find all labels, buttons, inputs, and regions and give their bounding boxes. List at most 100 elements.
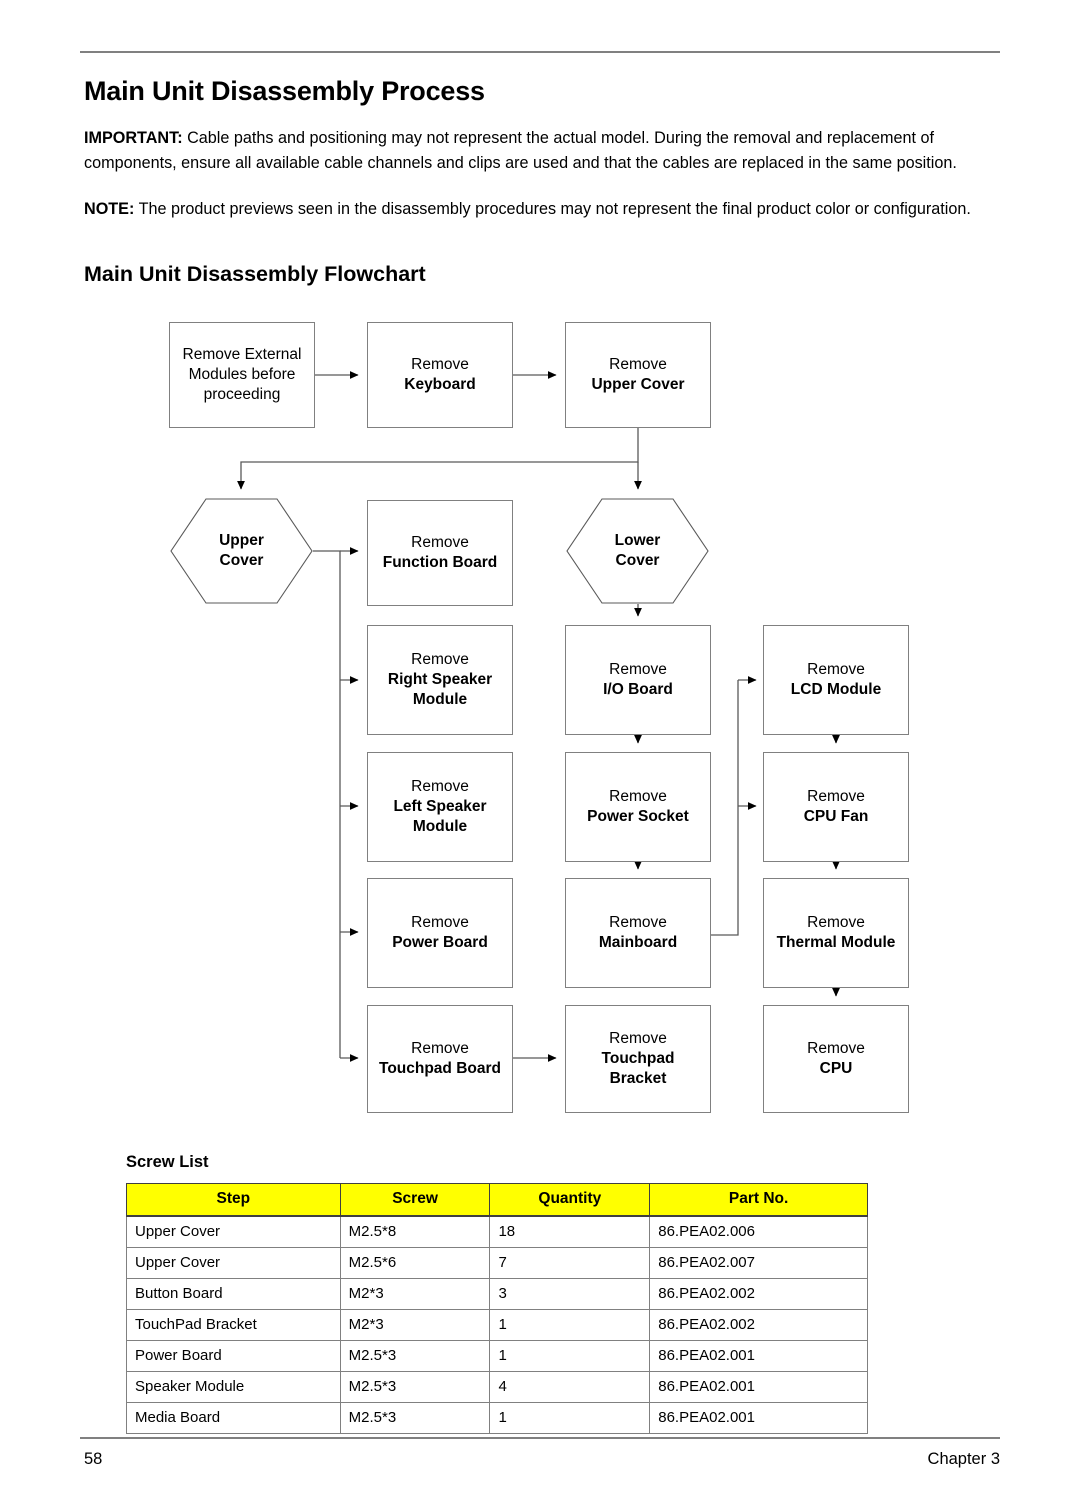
cell-part-no: 86.PEA02.001: [649, 1340, 868, 1372]
document-page: Main Unit Disassembly Process IMPORTANT:…: [0, 0, 1080, 1512]
flow-node-touchpad-bracket: Remove Touchpad Bracket: [565, 1005, 711, 1113]
node-line-1: Remove: [807, 788, 865, 805]
flow-node-mainboard: Remove Mainboard: [565, 878, 711, 988]
node-line-1: Remove: [609, 788, 667, 805]
node-line-2: Cover: [615, 552, 660, 569]
table-header-row: Step Screw Quantity Part No.: [126, 1183, 868, 1217]
node-line-3: Module: [412, 818, 468, 835]
cell-quantity: 7: [489, 1247, 651, 1279]
node-line-1: Remove: [411, 1040, 469, 1057]
flow-node-lcd-module: Remove LCD Module: [763, 625, 909, 735]
node-line-1: Remove: [411, 534, 469, 551]
connector-uppercover-to-upperhex: [237, 428, 639, 490]
cell-step: TouchPad Bracket: [126, 1309, 341, 1341]
node-line-1: Remove: [807, 1040, 865, 1057]
column-header-screw: Screw: [339, 1183, 491, 1217]
node-line-2: Function Board: [382, 554, 498, 571]
footer-page-number: 58: [84, 1450, 103, 1468]
cell-screw: M2.5*3: [339, 1371, 491, 1403]
table-row: Upper Cover M2.5*6 7 86.PEA02.007: [126, 1247, 868, 1279]
footer-rule: [80, 1437, 1000, 1439]
section-title: Main Unit Disassembly Flowchart: [84, 262, 426, 286]
cell-part-no: 86.PEA02.001: [649, 1371, 868, 1403]
node-line-1: Remove: [609, 1030, 667, 1047]
table-row: Upper Cover M2.5*8 18 86.PEA02.006: [126, 1215, 868, 1248]
node-line-3: proceeding: [203, 386, 281, 403]
cell-part-no: 86.PEA02.001: [649, 1402, 868, 1434]
node-line-2: Power Board: [392, 934, 488, 951]
screw-list-heading: Screw List: [126, 1153, 209, 1171]
node-line-2: CPU Fan: [803, 808, 869, 825]
flow-node-touchpad-board: Remove Touchpad Board: [367, 1005, 513, 1113]
cell-quantity: 3: [489, 1278, 651, 1310]
node-line-2: CPU: [819, 1060, 853, 1077]
hexagon-label: Lower Cover: [566, 498, 709, 604]
cell-quantity: 18: [489, 1215, 651, 1248]
flow-node-io-board: Remove I/O Board: [565, 625, 711, 735]
header-rule: [80, 51, 1000, 53]
important-label: IMPORTANT:: [84, 129, 183, 147]
cell-quantity: 1: [489, 1340, 651, 1372]
table-row: Speaker Module M2.5*3 4 86.PEA02.001: [126, 1371, 868, 1403]
node-line-1: Upper: [219, 532, 264, 549]
node-line-2: I/O Board: [603, 681, 673, 698]
node-line-1: Remove: [609, 356, 667, 373]
node-line-1: Remove External: [182, 346, 302, 363]
node-line-1: Remove: [411, 356, 469, 373]
cell-screw: M2.5*6: [339, 1247, 491, 1279]
table-row: Media Board M2.5*3 1 86.PEA02.001: [126, 1402, 868, 1434]
cell-quantity: 1: [489, 1402, 651, 1434]
hexagon-label: Upper Cover: [170, 498, 313, 604]
flow-node-power-socket: Remove Power Socket: [565, 752, 711, 862]
cell-quantity: 1: [489, 1309, 651, 1341]
node-line-1: Remove: [609, 914, 667, 931]
screw-list-body: Upper Cover M2.5*8 18 86.PEA02.006 Upper Cov…: [126, 1215, 868, 1434]
flow-node-upper-cover-step: Remove Upper Cover: [565, 322, 711, 428]
node-line-1: Lower: [614, 532, 661, 549]
node-line-2: Touchpad Board: [379, 1060, 501, 1077]
cell-screw: M2*3: [339, 1278, 491, 1310]
screw-list-table: Step Screw Quantity Part No. Upper Cover…: [126, 1183, 868, 1434]
flow-node-cpu-fan: Remove CPU Fan: [763, 752, 909, 862]
column-header-quantity: Quantity: [489, 1183, 651, 1217]
table-row: Power Board M2.5*3 1 86.PEA02.001: [126, 1340, 868, 1372]
flow-node-right-speaker-module: Remove Right Speaker Module: [367, 625, 513, 735]
cell-part-no: 86.PEA02.002: [649, 1278, 868, 1310]
cell-step: Upper Cover: [126, 1247, 341, 1279]
table-row: TouchPad Bracket M2*3 1 86.PEA02.002: [126, 1309, 868, 1341]
cell-quantity: 4: [489, 1371, 651, 1403]
important-paragraph: IMPORTANT: Cable paths and positioning m…: [84, 126, 990, 175]
note-body: The product previews seen in the disasse…: [134, 200, 971, 218]
flow-node-upper-cover-hex: Upper Cover: [170, 498, 313, 604]
column-header-step: Step: [126, 1183, 341, 1217]
column-header-partno: Part No.: [649, 1183, 868, 1217]
node-line-1: Remove: [807, 661, 865, 678]
cell-screw: M2.5*3: [339, 1340, 491, 1372]
node-line-1: Remove: [411, 914, 469, 931]
cell-screw: M2.5*8: [339, 1215, 491, 1248]
node-line-2: Upper Cover: [591, 376, 685, 393]
flow-node-function-board: Remove Function Board: [367, 500, 513, 606]
node-line-1: Remove: [411, 778, 469, 795]
connector-mainboard-right-bus: [711, 680, 739, 936]
cell-part-no: 86.PEA02.006: [649, 1215, 868, 1248]
cell-part-no: 86.PEA02.007: [649, 1247, 868, 1279]
node-line-2: Power Socket: [587, 808, 689, 825]
flow-node-keyboard: Remove Keyboard: [367, 322, 513, 428]
cell-step: Media Board: [126, 1402, 341, 1434]
node-line-2: LCD Module: [790, 681, 882, 698]
flow-node-cpu: Remove CPU: [763, 1005, 909, 1113]
footer-chapter: Chapter 3: [927, 1450, 1000, 1468]
note-label: NOTE:: [84, 200, 135, 218]
cell-step: Button Board: [126, 1278, 341, 1310]
node-line-1: Remove: [411, 651, 469, 668]
node-line-3: Module: [412, 691, 468, 708]
node-line-2: Keyboard: [404, 376, 476, 393]
table-row: Button Board M2*3 3 86.PEA02.002: [126, 1278, 868, 1310]
node-line-2: Mainboard: [598, 934, 678, 951]
cell-part-no: 86.PEA02.002: [649, 1309, 868, 1341]
node-line-1: Remove: [807, 914, 865, 931]
node-line-1: Remove: [609, 661, 667, 678]
cell-step: Upper Cover: [126, 1215, 341, 1248]
flow-node-thermal-module: Remove Thermal Module: [763, 878, 909, 988]
